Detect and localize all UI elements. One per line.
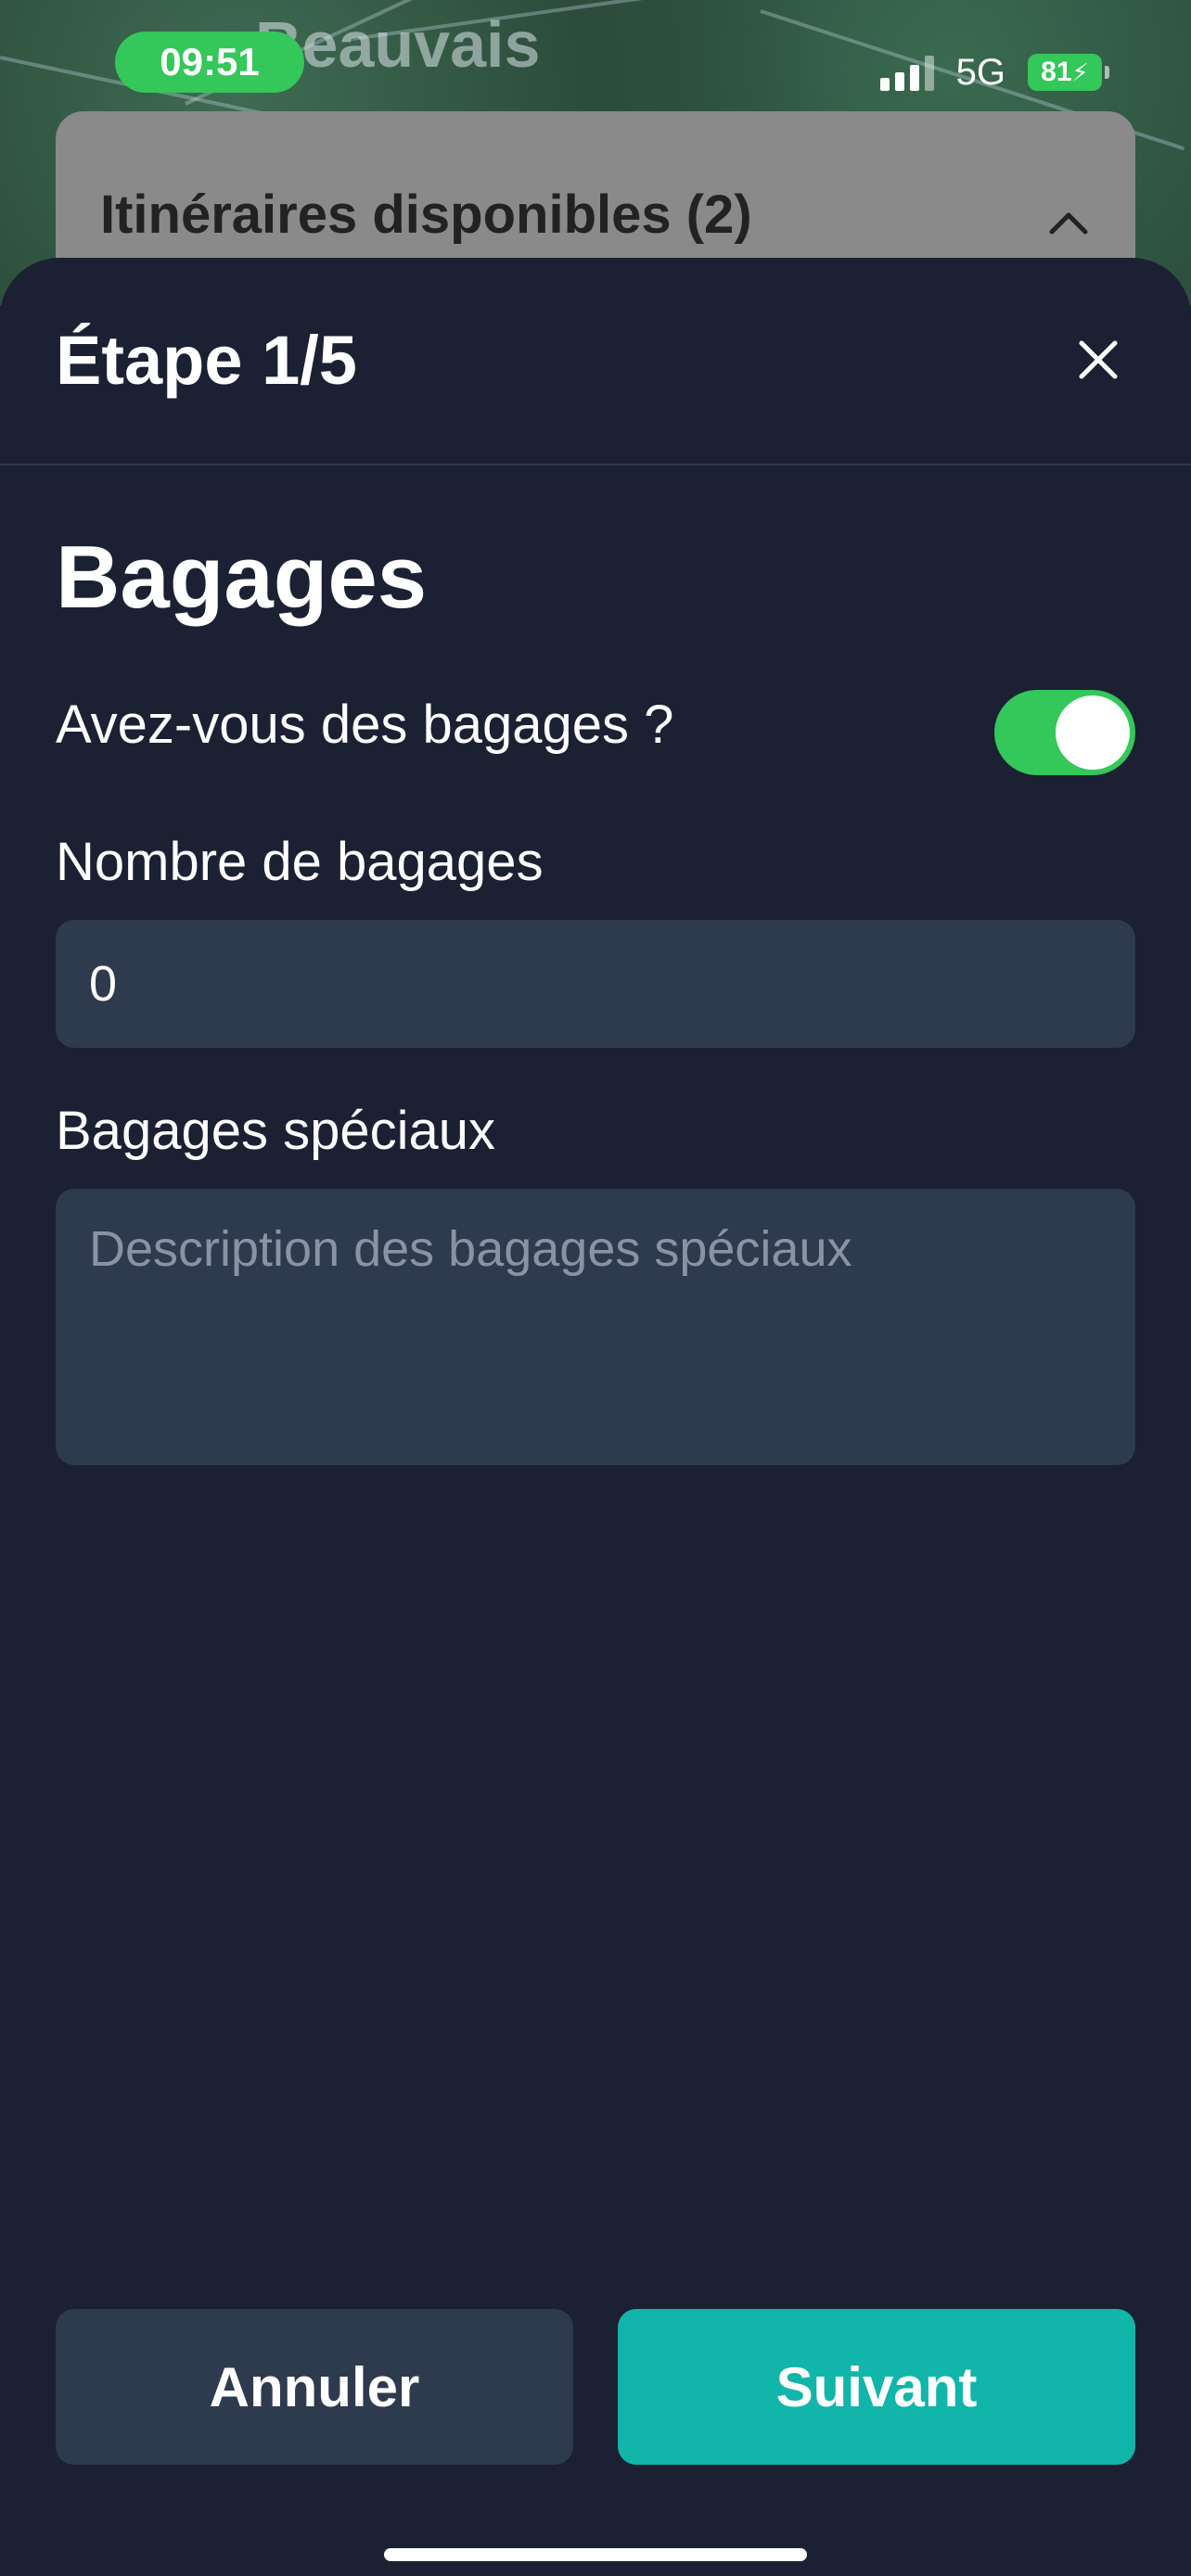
step-title: Étape 1/5: [56, 322, 357, 399]
luggage-count-label: Nombre de bagages: [56, 832, 544, 892]
has-luggage-toggle[interactable]: [994, 690, 1135, 775]
next-button[interactable]: Suivant: [618, 2309, 1135, 2465]
close-icon: [1079, 340, 1118, 379]
cancel-button[interactable]: Annuler: [56, 2309, 573, 2465]
header-divider: [0, 464, 1191, 465]
battery-icon: 81 ⚡: [1028, 54, 1109, 91]
home-indicator: [384, 2548, 807, 2561]
chevron-up-icon[interactable]: [1046, 200, 1091, 245]
special-luggage-textarea[interactable]: [56, 1189, 1135, 1465]
status-time: 09:51: [115, 32, 304, 93]
section-title: Bagages: [56, 528, 428, 627]
luggage-sheet: Étape 1/5 Bagages Avez-vous des bagages …: [0, 258, 1191, 2576]
toggle-knob: [1056, 695, 1130, 770]
close-button[interactable]: [1070, 332, 1126, 388]
battery-level: 81: [1041, 57, 1072, 87]
special-luggage-label: Bagages spéciaux: [56, 1101, 495, 1161]
has-luggage-label: Avez-vous des bagages ?: [56, 695, 674, 755]
status-indicators: 5G 81 ⚡: [879, 46, 1109, 98]
network-label: 5G: [955, 51, 1005, 93]
luggage-count-input[interactable]: [56, 920, 1135, 1048]
itineraries-title: Itinéraires disponibles (2): [100, 185, 752, 245]
signal-icon: [879, 54, 934, 91]
